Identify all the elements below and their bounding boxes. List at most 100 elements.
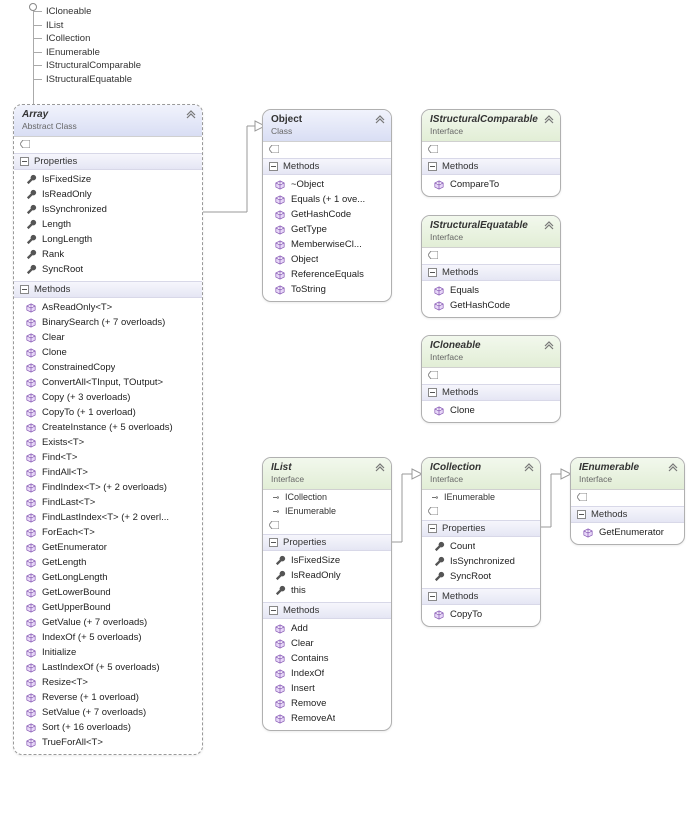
method-item[interactable]: GetHashCode bbox=[422, 298, 560, 313]
class-header[interactable]: Array Abstract Class bbox=[14, 105, 202, 137]
method-item[interactable]: Resize<T> bbox=[14, 675, 202, 690]
property-item[interactable]: IsFixedSize bbox=[263, 553, 391, 568]
method-item[interactable]: FindLast<T> bbox=[14, 495, 202, 510]
method-item[interactable]: Add bbox=[263, 621, 391, 636]
method-item[interactable]: GetLowerBound bbox=[14, 585, 202, 600]
method-item[interactable]: LastIndexOf (+ 5 overloads) bbox=[14, 660, 202, 675]
property-item[interactable]: IsSynchronized bbox=[14, 202, 202, 217]
chevron-up-icon[interactable] bbox=[374, 115, 386, 127]
method-item[interactable]: TrueForAll<T> bbox=[14, 735, 202, 750]
chevron-up-icon[interactable] bbox=[543, 341, 555, 353]
chevron-up-icon[interactable] bbox=[185, 110, 197, 122]
property-item[interactable]: Count bbox=[422, 539, 540, 554]
method-item[interactable]: SetValue (+ 7 overloads) bbox=[14, 705, 202, 720]
chevron-up-icon[interactable] bbox=[523, 463, 535, 475]
class-header[interactable]: IStructuralComparable Interface bbox=[422, 110, 560, 142]
section-methods-header[interactable]: Methods bbox=[422, 588, 540, 605]
method-item[interactable]: GetHashCode bbox=[263, 207, 391, 222]
method-item[interactable]: GetEnumerator bbox=[571, 525, 684, 540]
property-item[interactable]: IsFixedSize bbox=[14, 172, 202, 187]
method-item[interactable]: ~Object bbox=[263, 177, 391, 192]
method-item[interactable]: Insert bbox=[263, 681, 391, 696]
method-item[interactable]: GetType bbox=[263, 222, 391, 237]
method-item[interactable]: ForEach<T> bbox=[14, 525, 202, 540]
method-item[interactable]: Exists<T> bbox=[14, 435, 202, 450]
method-item[interactable]: Contains bbox=[263, 651, 391, 666]
method-item[interactable]: CreateInstance (+ 5 overloads) bbox=[14, 420, 202, 435]
section-methods-header[interactable]: Methods bbox=[422, 158, 560, 175]
method-item[interactable]: RemoveAt bbox=[263, 711, 391, 726]
section-methods-header[interactable]: Methods bbox=[263, 602, 391, 619]
method-item[interactable]: CopyTo bbox=[422, 607, 540, 622]
method-item[interactable]: ReferenceEquals bbox=[263, 267, 391, 282]
method-item[interactable]: ToString bbox=[263, 282, 391, 297]
property-item[interactable]: IsReadOnly bbox=[14, 187, 202, 202]
interface-ilist[interactable]: IList Interface ⊸ICollection ⊸IEnumerabl… bbox=[262, 457, 392, 731]
interface-istructuralcomparable[interactable]: IStructuralComparable Interface Methods … bbox=[421, 109, 561, 197]
chevron-up-icon[interactable] bbox=[667, 463, 679, 475]
class-header[interactable]: IEnumerable Interface bbox=[571, 458, 684, 490]
class-object[interactable]: Object Class Methods ~ObjectEquals (+ 1 … bbox=[262, 109, 392, 302]
method-item[interactable]: Sort (+ 16 overloads) bbox=[14, 720, 202, 735]
section-properties-header[interactable]: Properties bbox=[263, 534, 391, 551]
property-item[interactable]: SyncRoot bbox=[14, 262, 202, 277]
class-header[interactable]: ICollection Interface bbox=[422, 458, 540, 490]
property-item[interactable]: Rank bbox=[14, 247, 202, 262]
method-item[interactable]: Equals bbox=[422, 283, 560, 298]
method-item[interactable]: Clone bbox=[14, 345, 202, 360]
member-label: ReferenceEquals bbox=[291, 269, 364, 280]
method-item[interactable]: Find<T> bbox=[14, 450, 202, 465]
section-methods-header[interactable]: Methods bbox=[422, 264, 560, 281]
method-item[interactable]: GetUpperBound bbox=[14, 600, 202, 615]
method-item[interactable]: GetLongLength bbox=[14, 570, 202, 585]
section-methods-header[interactable]: Methods bbox=[571, 506, 684, 523]
interface-istructuralequatable[interactable]: IStructuralEquatable Interface Methods E… bbox=[421, 215, 561, 318]
method-item[interactable]: FindLastIndex<T> (+ 2 overl... bbox=[14, 510, 202, 525]
method-item[interactable]: IndexOf (+ 5 overloads) bbox=[14, 630, 202, 645]
method-item[interactable]: GetValue (+ 7 overloads) bbox=[14, 615, 202, 630]
class-header[interactable]: Object Class bbox=[263, 110, 391, 142]
property-item[interactable]: IsSynchronized bbox=[422, 554, 540, 569]
interface-ienumerable[interactable]: IEnumerable Interface Methods GetEnumera… bbox=[570, 457, 685, 545]
method-item[interactable]: MemberwiseCl... bbox=[263, 237, 391, 252]
method-item[interactable]: Equals (+ 1 ove... bbox=[263, 192, 391, 207]
section-methods-header[interactable]: Methods bbox=[14, 281, 202, 298]
method-item[interactable]: IndexOf bbox=[263, 666, 391, 681]
method-item[interactable]: ConstrainedCopy bbox=[14, 360, 202, 375]
property-item[interactable]: IsReadOnly bbox=[263, 568, 391, 583]
method-item[interactable]: ConvertAll<TInput, TOutput> bbox=[14, 375, 202, 390]
method-item[interactable]: Copy (+ 3 overloads) bbox=[14, 390, 202, 405]
method-item[interactable]: Initialize bbox=[14, 645, 202, 660]
method-item[interactable]: CopyTo (+ 1 overload) bbox=[14, 405, 202, 420]
interface-icollection[interactable]: ICollection Interface ⊸IEnumerable Prope… bbox=[421, 457, 541, 627]
property-item[interactable]: this bbox=[263, 583, 391, 598]
property-item[interactable]: Length bbox=[14, 217, 202, 232]
method-item[interactable]: AsReadOnly<T> bbox=[14, 300, 202, 315]
section-properties-header[interactable]: Properties bbox=[422, 520, 540, 537]
method-item[interactable]: Clone bbox=[422, 403, 560, 418]
method-item[interactable]: Reverse (+ 1 overload) bbox=[14, 690, 202, 705]
method-item[interactable]: Remove bbox=[263, 696, 391, 711]
class-header[interactable]: IStructuralEquatable Interface bbox=[422, 216, 560, 248]
method-item[interactable]: Clear bbox=[263, 636, 391, 651]
method-item[interactable]: FindAll<T> bbox=[14, 465, 202, 480]
method-item[interactable]: Clear bbox=[14, 330, 202, 345]
class-header[interactable]: ICloneable Interface bbox=[422, 336, 560, 368]
method-item[interactable]: FindIndex<T> (+ 2 overloads) bbox=[14, 480, 202, 495]
method-item[interactable]: GetLength bbox=[14, 555, 202, 570]
chevron-up-icon[interactable] bbox=[374, 463, 386, 475]
class-header[interactable]: IList Interface bbox=[263, 458, 391, 490]
property-item[interactable]: SyncRoot bbox=[422, 569, 540, 584]
method-item[interactable]: Object bbox=[263, 252, 391, 267]
method-item[interactable]: BinarySearch (+ 7 overloads) bbox=[14, 315, 202, 330]
method-item[interactable]: GetEnumerator bbox=[14, 540, 202, 555]
interface-icloneable[interactable]: ICloneable Interface Methods Clone bbox=[421, 335, 561, 423]
section-methods-header[interactable]: Methods bbox=[263, 158, 391, 175]
property-item[interactable]: LongLength bbox=[14, 232, 202, 247]
class-array[interactable]: Array Abstract Class Properties IsFixedS… bbox=[13, 104, 203, 755]
chevron-up-icon[interactable] bbox=[543, 115, 555, 127]
chevron-up-icon[interactable] bbox=[543, 221, 555, 233]
section-methods-header[interactable]: Methods bbox=[422, 384, 560, 401]
section-properties-header[interactable]: Properties bbox=[14, 153, 202, 170]
method-item[interactable]: CompareTo bbox=[422, 177, 560, 192]
